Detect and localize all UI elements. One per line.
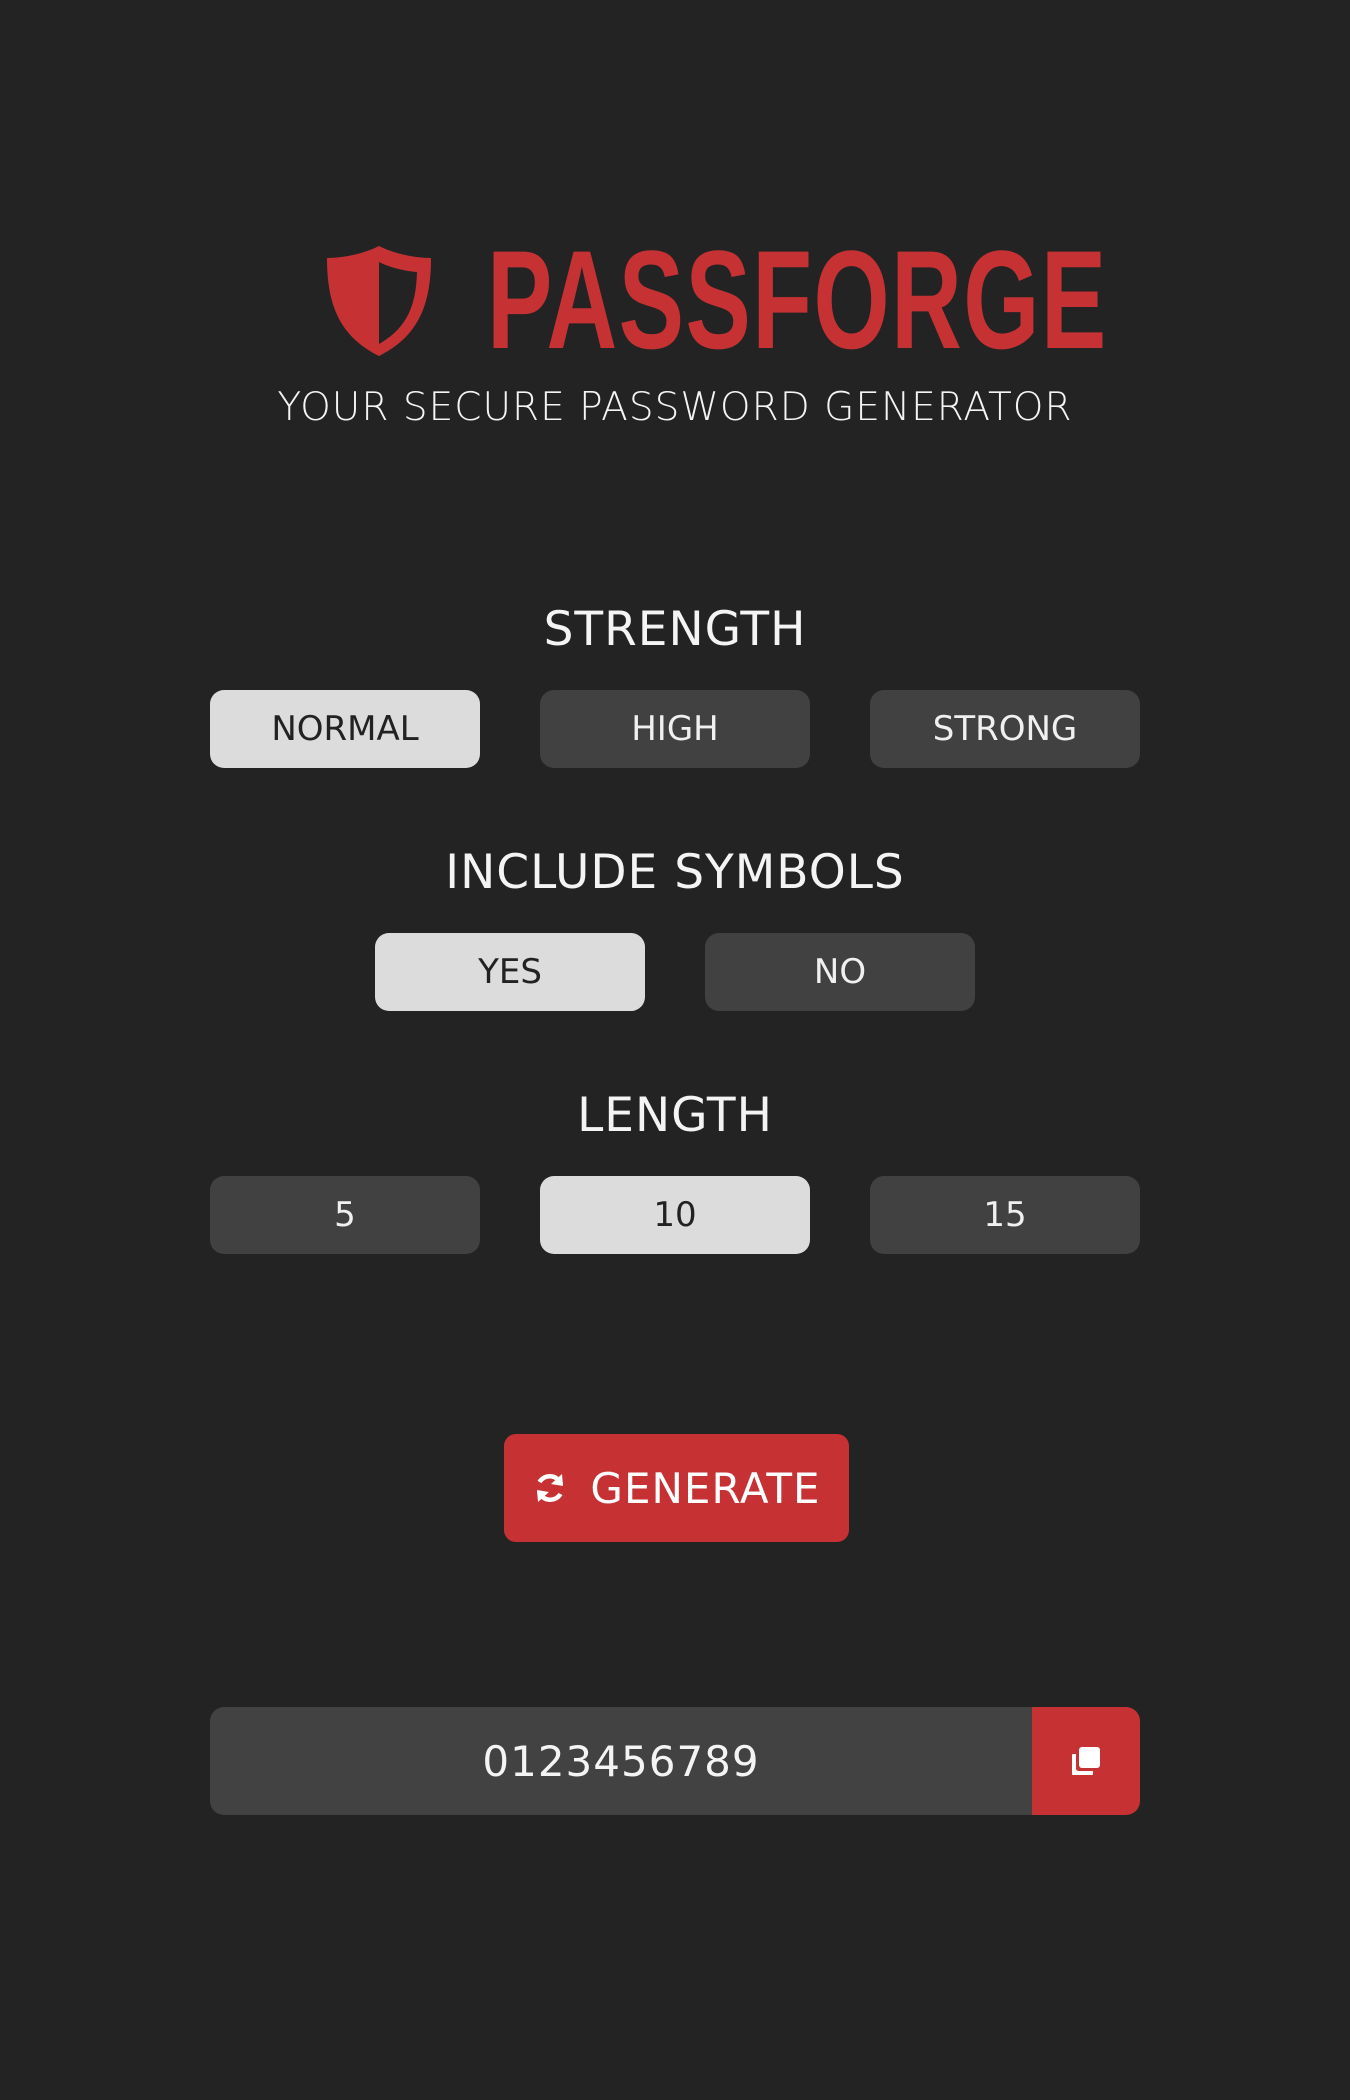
copy-button[interactable] bbox=[1032, 1707, 1140, 1815]
length-5-button[interactable]: 5 bbox=[210, 1176, 480, 1254]
strength-high-button[interactable]: HIGH bbox=[540, 690, 810, 768]
strength-label: STRENGTH bbox=[543, 602, 807, 657]
include-symbols-label: INCLUDE SYMBOLS bbox=[445, 845, 905, 900]
length-15-button[interactable]: 15 bbox=[870, 1176, 1140, 1254]
strength-normal-button[interactable]: NORMAL bbox=[210, 690, 480, 768]
refresh-icon bbox=[532, 1470, 568, 1506]
generate-button[interactable]: GENERATE bbox=[504, 1434, 849, 1542]
symbols-no-button[interactable]: NO bbox=[705, 933, 975, 1011]
symbols-yes-button[interactable]: YES bbox=[375, 933, 645, 1011]
copy-icon bbox=[1070, 1745, 1102, 1777]
tagline: YOUR SECURE PASSWORD GENERATOR bbox=[277, 385, 1073, 430]
app-header: PASSFORGE bbox=[0, 230, 1350, 370]
password-output: 0123456789 bbox=[210, 1707, 1140, 1815]
length-label: LENGTH bbox=[577, 1088, 773, 1143]
strength-strong-button[interactable]: STRONG bbox=[870, 690, 1140, 768]
generate-label: GENERATE bbox=[590, 1463, 821, 1513]
app-title: PASSFORGE bbox=[487, 221, 1108, 378]
length-10-button[interactable]: 10 bbox=[540, 1176, 810, 1254]
password-field[interactable]: 0123456789 bbox=[210, 1707, 1032, 1815]
shield-icon bbox=[323, 244, 435, 358]
